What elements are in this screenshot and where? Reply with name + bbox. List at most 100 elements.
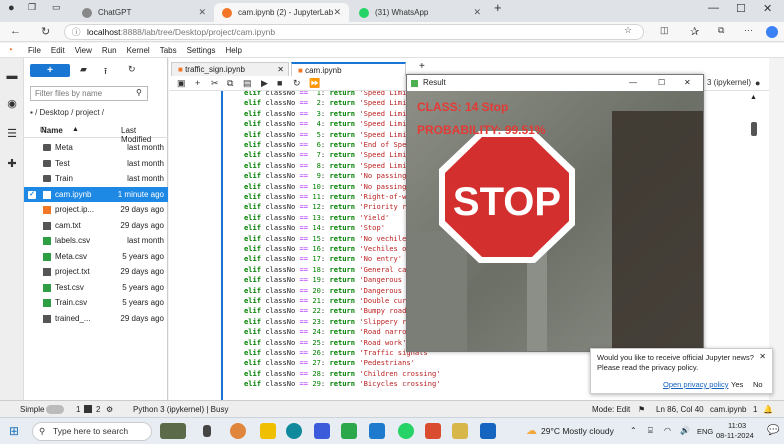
volume-icon[interactable]: 🔊 <box>680 426 690 435</box>
file-row[interactable]: Train.csv 5 years ago <box>24 295 168 311</box>
workspaces-icon[interactable]: ❐ <box>28 2 36 13</box>
run-icon[interactable]: ▶ <box>261 78 268 89</box>
menu-file[interactable]: File <box>28 46 41 55</box>
running-icon[interactable]: ◉ <box>6 98 18 110</box>
tab-chatgpt[interactable]: ChatGPT ✕ <box>74 3 214 22</box>
close-icon[interactable]: ✕ <box>759 352 766 361</box>
close-icon[interactable]: ✕ <box>684 75 691 91</box>
add-cell-icon[interactable]: + <box>195 78 200 88</box>
file-row[interactable]: Train last month <box>24 171 168 187</box>
stop-icon[interactable]: ■ <box>277 78 282 88</box>
restart-icon[interactable]: ↻ <box>293 78 301 89</box>
menu-help[interactable]: Help <box>226 46 242 55</box>
close-window-icon[interactable]: ✕ <box>763 2 772 15</box>
file-row[interactable]: project.txt 29 days ago <box>24 264 168 280</box>
new-tab-button[interactable]: + <box>494 0 502 15</box>
column-name[interactable]: Name <box>41 126 63 135</box>
refresh-icon[interactable]: ↻ <box>41 25 50 38</box>
file-row[interactable]: cam.txt 29 days ago <box>24 218 168 234</box>
tab-jupyter[interactable]: cam.ipynb (2) - JupyterLab ✕ <box>214 3 349 22</box>
file-row[interactable]: labels.csv last month <box>24 233 168 249</box>
tab-traffic-sign[interactable]: ■ traffic_sign.ipynb ✕ <box>171 62 289 76</box>
upload-icon[interactable]: ⭱ <box>104 64 107 80</box>
copilot-icon[interactable] <box>766 26 778 38</box>
menu-run[interactable]: Run <box>102 46 117 55</box>
file-row[interactable]: Test.csv 5 years ago <box>24 280 168 296</box>
tray-arrow-icon[interactable]: ⌃ <box>630 426 637 435</box>
news-widget-icon[interactable] <box>160 423 186 439</box>
no-button[interactable]: No <box>753 380 763 389</box>
bell-icon[interactable]: 🔔 <box>763 401 773 418</box>
file-row[interactable]: Meta.csv 5 years ago <box>24 249 168 265</box>
close-icon[interactable]: ✕ <box>473 7 481 18</box>
info-icon[interactable]: ⓘ <box>72 25 81 39</box>
close-icon[interactable]: ✕ <box>277 63 284 76</box>
more-icon[interactable]: ⋯ <box>744 25 753 36</box>
kernel-count[interactable]: 2 <box>96 401 100 418</box>
new-launcher-button[interactable]: + <box>30 64 70 77</box>
language-indicator[interactable]: ENG <box>697 427 713 436</box>
network-icon[interactable]: ⌸ <box>648 426 653 436</box>
folder-icon[interactable]: ▬ <box>6 70 18 82</box>
url-field[interactable]: ⓘ localhost:8888/lab/tree/Desktop/projec… <box>64 24 644 40</box>
file-row[interactable]: trained_... 29 days ago <box>24 311 168 327</box>
weather-text[interactable]: 29°C Mostly cloudy <box>541 426 614 436</box>
scrollbar[interactable] <box>751 122 757 136</box>
clock-date[interactable]: 08-11-2024 <box>716 431 754 440</box>
file-row[interactable]: ✓ cam.ipynb 1 minute ago <box>24 186 168 202</box>
tab-cam[interactable]: ■ cam.ipynb <box>291 62 406 76</box>
vscode-icon[interactable] <box>369 423 385 439</box>
windows-start-icon[interactable]: ⊞ <box>9 424 19 438</box>
menu-settings[interactable]: Settings <box>187 46 216 55</box>
add-tab-button[interactable]: + <box>419 61 425 72</box>
scroll-up-icon[interactable]: ▲ <box>750 94 757 101</box>
whatsapp-taskbar-icon[interactable] <box>398 423 414 439</box>
extensions-icon[interactable]: ✚ <box>6 158 18 170</box>
minimize-icon[interactable]: — <box>708 2 719 14</box>
close-icon[interactable]: ✕ <box>333 7 341 18</box>
row-checkbox[interactable]: ✓ <box>28 190 36 199</box>
tab-actions-icon[interactable]: ▭ <box>52 2 61 13</box>
file-row[interactable]: Test last month <box>24 156 168 172</box>
file-explorer-icon[interactable] <box>260 423 276 439</box>
kernel-status[interactable]: Python 3 (ipykernel) | Busy <box>133 401 228 418</box>
file-row[interactable]: Meta last month <box>24 140 168 156</box>
store-icon[interactable] <box>314 423 330 439</box>
maximize-icon[interactable]: ☐ <box>736 2 746 15</box>
profile-icon[interactable]: ● <box>8 2 15 14</box>
copy-icon[interactable]: ⧉ <box>227 78 233 89</box>
notification-count[interactable]: 1 <box>753 401 757 418</box>
result-titlebar[interactable]: Result — ☐ ✕ <box>407 75 703 91</box>
tab-whatsapp[interactable]: (31) WhatsApp ✕ <box>351 3 489 22</box>
result-window[interactable]: Result — ☐ ✕ STOP CLASS: 14 Stop PROBABI… <box>406 74 704 352</box>
minimize-icon[interactable]: — <box>629 75 637 91</box>
app2-icon[interactable] <box>425 423 441 439</box>
close-icon[interactable]: ✕ <box>198 7 206 18</box>
new-folder-icon[interactable]: ▰ <box>80 64 87 75</box>
menu-view[interactable]: View <box>75 46 92 55</box>
menu-kernel[interactable]: Kernel <box>127 46 150 55</box>
breadcrumb-path[interactable]: / Desktop / project / <box>35 108 104 117</box>
paste-icon[interactable]: ▤ <box>243 78 252 89</box>
menu-tabs[interactable]: Tabs <box>160 46 177 55</box>
sort-up-icon[interactable]: ▲ <box>72 126 79 133</box>
maximize-icon[interactable]: ☐ <box>658 75 665 91</box>
cut-icon[interactable]: ✂ <box>211 78 219 89</box>
split-screen-icon[interactable]: ◫ <box>660 25 669 36</box>
breadcrumb[interactable]: ▪ / Desktop / project / <box>30 108 104 117</box>
favorites-icon[interactable]: ✰ <box>690 25 699 38</box>
privacy-policy-link[interactable]: Open privacy policy <box>663 380 728 389</box>
favorite-icon[interactable]: ☆ <box>624 25 632 36</box>
task-view-icon[interactable] <box>203 425 211 437</box>
wifi-icon[interactable]: ◠ <box>664 426 671 435</box>
yes-button[interactable]: Yes <box>731 380 743 389</box>
file-row[interactable]: project.ip... 29 days ago <box>24 202 168 218</box>
simple-mode-toggle[interactable] <box>46 405 64 414</box>
back-icon[interactable]: ← <box>10 25 21 37</box>
fast-forward-icon[interactable]: ⏩ <box>309 78 320 89</box>
toc-icon[interactable]: ☰ <box>6 128 18 140</box>
app-icon[interactable] <box>341 423 357 439</box>
cursor-position[interactable]: Ln 86, Col 40 <box>656 401 704 418</box>
taskbar-search[interactable]: ⚲ Type here to search <box>32 422 152 441</box>
edge-icon[interactable] <box>286 423 302 439</box>
